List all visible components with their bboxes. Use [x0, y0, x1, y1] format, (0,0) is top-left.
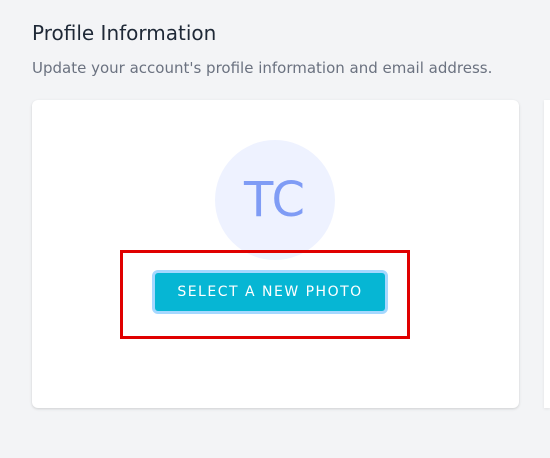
avatar-initials: TC: [243, 172, 307, 228]
avatar: TC: [215, 140, 335, 260]
section-description: Update your account's profile informatio…: [32, 59, 493, 77]
select-new-photo-button[interactable]: SELECT A NEW PHOTO: [152, 270, 388, 314]
profile-photo-card: TC SELECT A NEW PHOTO: [32, 100, 519, 408]
adjacent-card-edge: [544, 100, 550, 408]
section-title: Profile Information: [32, 21, 217, 45]
